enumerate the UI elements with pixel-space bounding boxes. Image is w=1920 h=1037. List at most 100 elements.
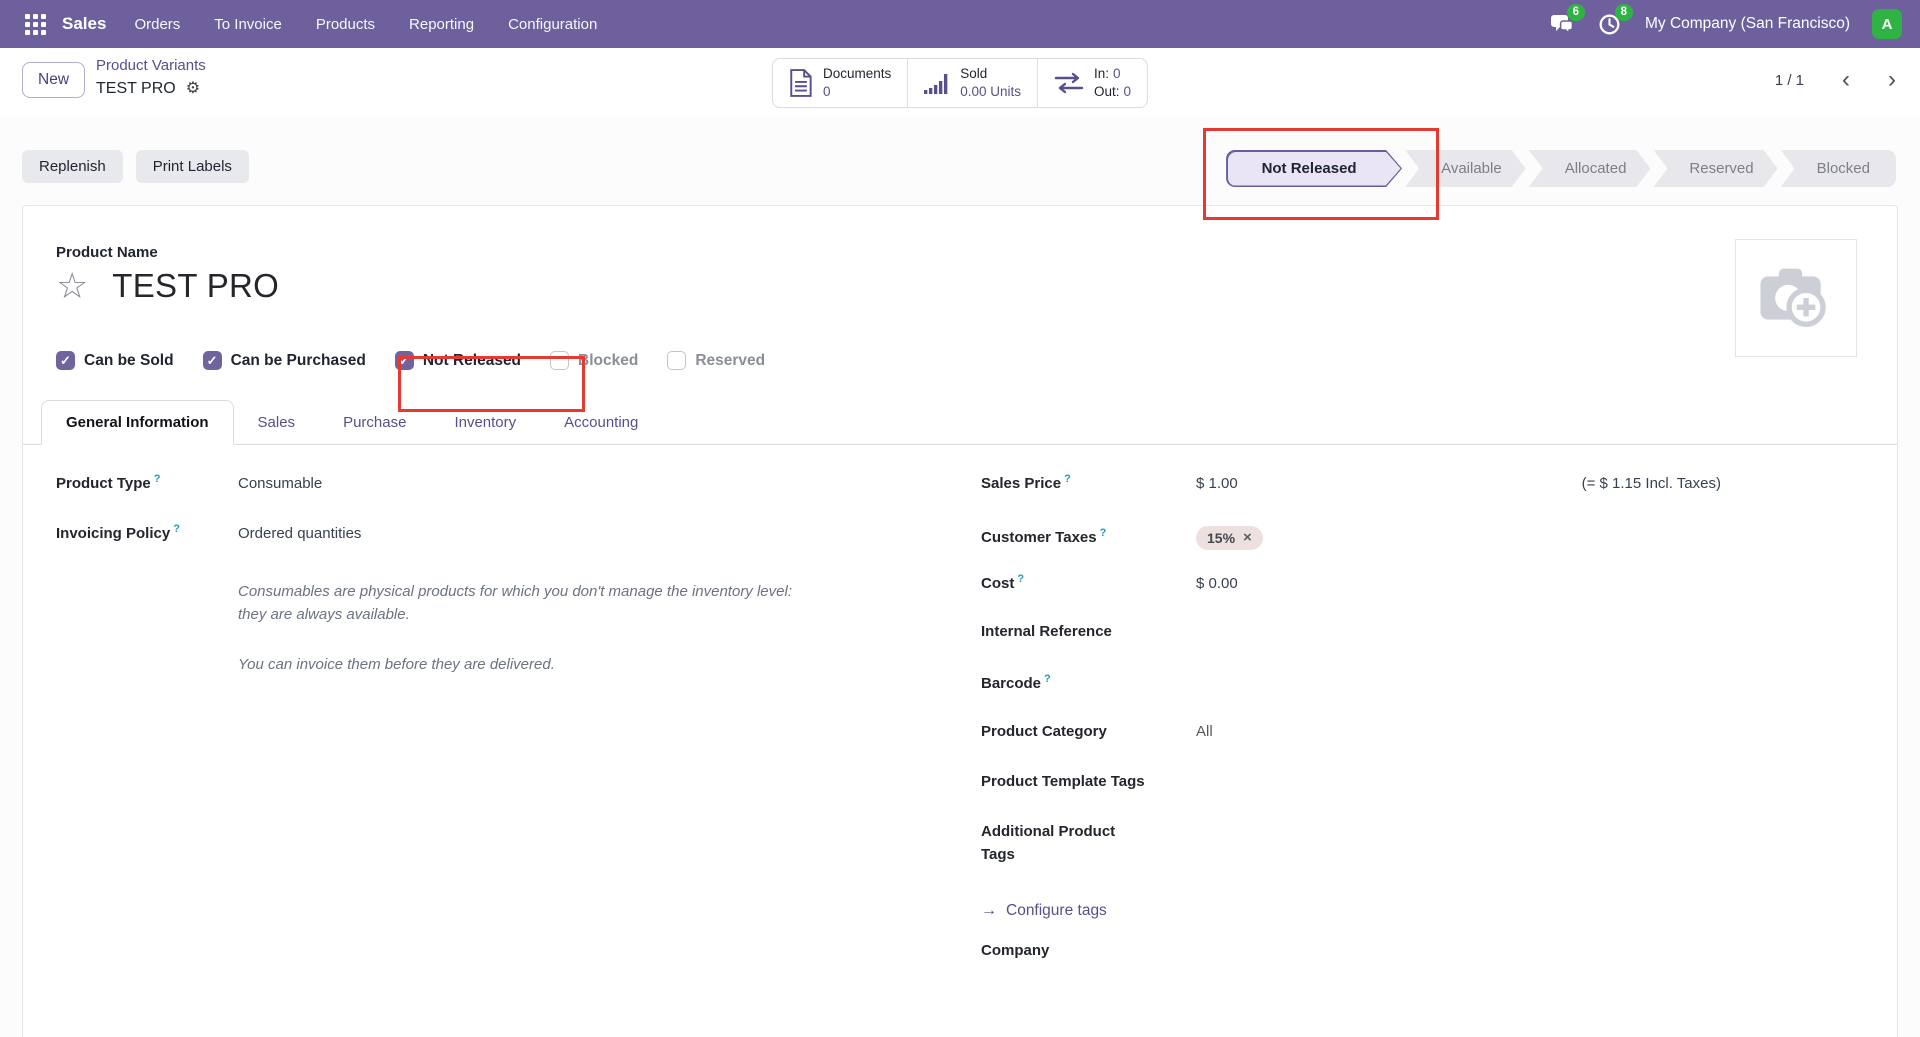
pager-counter: 1 / 1 [1775, 72, 1804, 89]
new-button[interactable]: New [22, 62, 85, 98]
tag-label: 15% [1207, 530, 1235, 546]
status-step-available[interactable]: Available [1405, 150, 1526, 187]
arrow-right-icon: → [981, 902, 997, 920]
checkbox-can-be-purchased[interactable]: Can be Purchased [203, 351, 366, 370]
checkbox-icon [56, 351, 75, 370]
sales-price-label: Sales Price? [981, 471, 1196, 496]
company-label: Company [981, 940, 1196, 963]
additional-product-tags-label: Additional Product Tags [981, 821, 1196, 866]
status-step-label: Blocked [1817, 160, 1870, 177]
help-icon[interactable]: ? [1017, 573, 1024, 585]
camera-plus-icon [1757, 264, 1835, 332]
checkbox-blocked[interactable]: Blocked [550, 351, 638, 370]
company-switcher[interactable]: My Company (San Francisco) [1645, 15, 1850, 33]
product-type-label: Product Type? [56, 471, 238, 496]
cost-value[interactable]: $ 0.00 [1196, 575, 1238, 592]
checkbox-reserved[interactable]: Reserved [667, 351, 765, 370]
nav-item-to-invoice[interactable]: To Invoice [214, 16, 282, 33]
breadcrumb: Product Variants TEST PRO ⚙ [96, 57, 206, 99]
product-category-label: Product Category [981, 721, 1196, 744]
help-icon[interactable]: ? [154, 473, 161, 485]
nav-item-reporting[interactable]: Reporting [409, 16, 474, 33]
pager-previous-icon[interactable]: ‹ [1842, 68, 1850, 92]
in-label: In: [1094, 66, 1109, 81]
configure-tags-label: Configure tags [1006, 902, 1107, 920]
stat-button-group: Documents 0 Sold 0.00 Units [772, 58, 1148, 108]
tab-general-information[interactable]: General Information [41, 400, 234, 445]
grid-icon [25, 14, 46, 35]
product-name-value[interactable]: TEST PRO [112, 267, 279, 305]
product-flags-row: Can be Sold Can be Purchased Not Release… [56, 351, 1864, 370]
barcode-label: Barcode? [981, 671, 1196, 696]
status-step-not-released[interactable]: Not Released [1226, 150, 1402, 187]
form-left-column: Product Type? Consumable Invoicing Polic… [56, 471, 961, 990]
nav-item-orders[interactable]: Orders [134, 16, 180, 33]
help-icon[interactable]: ? [1100, 527, 1107, 539]
invoice-help-text: You can invoice them before they are del… [238, 653, 810, 676]
internal-reference-label: Internal Reference [981, 621, 1196, 644]
tab-purchase[interactable]: Purchase [319, 401, 430, 444]
status-step-label: Allocated [1565, 160, 1627, 177]
pager: 1 / 1 ‹ › [1775, 68, 1896, 92]
top-navbar: Sales Orders To Invoice Products Reporti… [0, 0, 1920, 48]
favorite-star-icon[interactable]: ☆ [56, 268, 88, 304]
checkbox-not-released[interactable]: Not Released [395, 351, 521, 370]
tag-remove-icon[interactable]: × [1243, 530, 1252, 545]
messages-button[interactable]: 6 [1549, 11, 1575, 37]
sold-label: Sold [960, 65, 1021, 83]
status-step-label: Reserved [1689, 160, 1753, 177]
activities-badge: 8 [1615, 4, 1633, 21]
user-avatar[interactable]: A [1872, 9, 1902, 39]
document-icon [789, 69, 813, 97]
in-out-stat-button[interactable]: In: 0 Out: 0 [1037, 59, 1147, 107]
cost-label: Cost? [981, 571, 1196, 596]
documents-value: 0 [823, 83, 891, 101]
gear-icon[interactable]: ⚙ [186, 81, 200, 97]
product-category-value[interactable]: All [1196, 723, 1213, 740]
in-value: 0 [1113, 66, 1121, 81]
nav-item-products[interactable]: Products [316, 16, 375, 33]
product-type-value[interactable]: Consumable [238, 475, 322, 492]
tab-content-general-information: Product Type? Consumable Invoicing Polic… [56, 445, 1864, 990]
app-name-sales[interactable]: Sales [62, 14, 106, 34]
notebook-tabs: General Information Sales Purchase Inven… [23, 400, 1897, 445]
control-panel: New Product Variants TEST PRO ⚙ Document… [0, 48, 1920, 116]
documents-stat-button[interactable]: Documents 0 [773, 59, 907, 107]
breadcrumb-parent-link[interactable]: Product Variants [96, 57, 206, 76]
checkbox-icon [395, 351, 414, 370]
status-step-label: Available [1441, 160, 1502, 177]
checkbox-icon [203, 351, 222, 370]
product-image-placeholder[interactable] [1735, 239, 1857, 357]
tab-accounting[interactable]: Accounting [540, 401, 662, 444]
print-labels-button[interactable]: Print Labels [136, 150, 249, 183]
sales-price-value[interactable]: $ 1.00 [1196, 475, 1238, 492]
status-step-blocked[interactable]: Blocked [1781, 150, 1896, 187]
invoicing-policy-value[interactable]: Ordered quantities [238, 525, 361, 542]
checkbox-can-be-sold[interactable]: Can be Sold [56, 351, 174, 370]
checkbox-icon [667, 351, 686, 370]
help-icon[interactable]: ? [173, 523, 180, 535]
apps-grid-icon[interactable] [18, 7, 52, 41]
product-name-label: Product Name [56, 244, 1864, 261]
pager-next-icon[interactable]: › [1888, 68, 1896, 92]
sales-price-taxes-note: (= $ 1.15 Incl. Taxes) [1582, 475, 1733, 492]
documents-label: Documents [823, 65, 891, 83]
replenish-button[interactable]: Replenish [22, 150, 123, 183]
out-value: 0 [1124, 84, 1132, 99]
tab-sales[interactable]: Sales [234, 401, 320, 444]
status-step-allocated[interactable]: Allocated [1529, 150, 1651, 187]
customer-taxes-label: Customer Taxes? [981, 525, 1196, 550]
customer-tax-tag[interactable]: 15% × [1196, 526, 1263, 550]
status-step-reserved[interactable]: Reserved [1653, 150, 1777, 187]
sold-stat-button[interactable]: Sold 0.00 Units [907, 59, 1037, 107]
activities-button[interactable]: 8 [1597, 11, 1623, 37]
product-template-tags-label: Product Template Tags [981, 771, 1196, 794]
configure-tags-link[interactable]: → Configure tags [981, 902, 1733, 920]
transfer-arrows-icon [1054, 71, 1084, 95]
tab-inventory[interactable]: Inventory [430, 401, 540, 444]
help-icon[interactable]: ? [1064, 473, 1071, 485]
nav-item-configuration[interactable]: Configuration [508, 16, 597, 33]
help-icon[interactable]: ? [1044, 673, 1051, 685]
out-label: Out: [1094, 84, 1120, 99]
sold-value: 0.00 Units [960, 83, 1021, 101]
